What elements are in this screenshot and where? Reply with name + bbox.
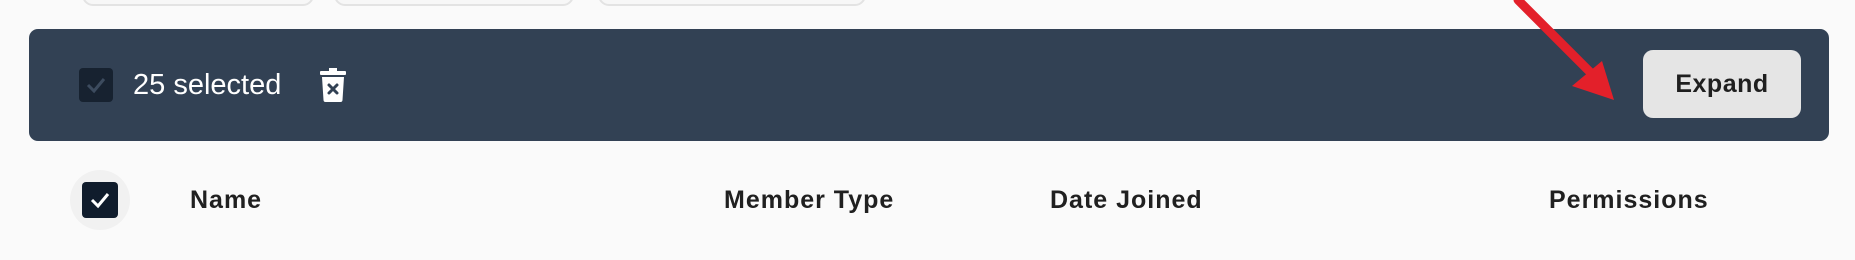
- filter-chip[interactable]: [82, 0, 314, 6]
- filter-chip[interactable]: [598, 0, 866, 6]
- table-header-row: Name Member Type Date Joined Permissions: [0, 160, 1855, 240]
- checkbox-checked-icon: [86, 78, 106, 94]
- column-header-name[interactable]: Name: [190, 184, 262, 216]
- header-checkbox-hover-ring: [70, 170, 130, 230]
- expand-button[interactable]: Expand: [1643, 50, 1801, 118]
- annotation-arrow-icon: [1513, 0, 1614, 100]
- filter-chip[interactable]: [334, 0, 574, 6]
- trash-x-icon: [320, 68, 346, 102]
- select-all-checkbox[interactable]: [79, 68, 113, 102]
- column-header-member-type[interactable]: Member Type: [724, 184, 894, 216]
- selected-count: 25 selected: [133, 69, 282, 101]
- column-header-date-joined[interactable]: Date Joined: [1050, 184, 1203, 216]
- header-select-checkbox[interactable]: [82, 182, 118, 218]
- checkbox-checked-icon: [90, 193, 110, 209]
- delete-button[interactable]: [320, 68, 346, 102]
- column-header-permissions[interactable]: Permissions: [1549, 184, 1709, 216]
